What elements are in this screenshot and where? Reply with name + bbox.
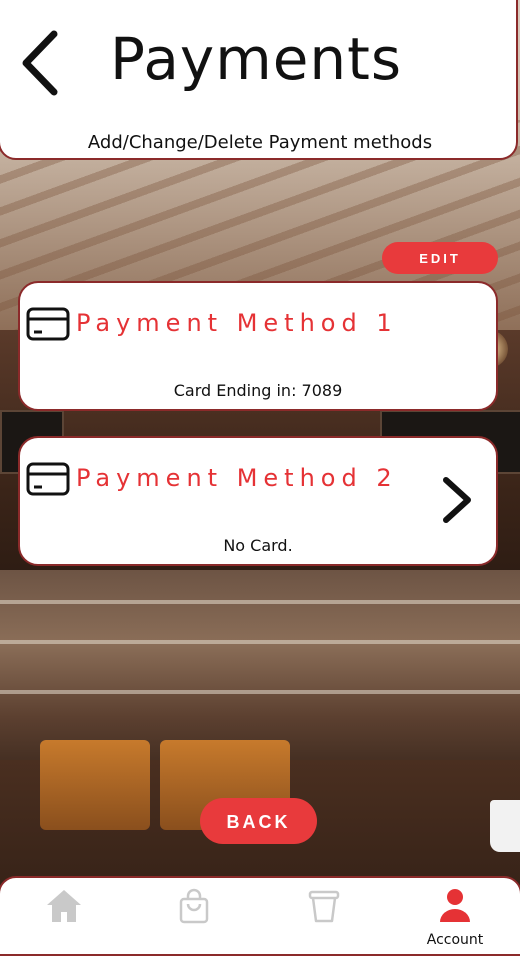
- payment-method-title: Payment Method 2: [76, 464, 398, 492]
- credit-card-icon: [26, 307, 70, 341]
- nav-item-account[interactable]: Account: [420, 888, 490, 948]
- nav-item-shop[interactable]: [159, 888, 229, 944]
- page-subtitle: Add/Change/Delete Payment methods: [87, 132, 433, 153]
- back-button[interactable]: BACK: [200, 798, 317, 844]
- payment-method-detail: No Card.: [223, 536, 293, 555]
- account-icon: [440, 889, 470, 922]
- bottom-navigation: Account: [0, 876, 520, 956]
- header: Payments Add/Change/Delete Payment metho…: [0, 0, 518, 160]
- coffee-cup-icon: [308, 890, 340, 923]
- payment-method-detail: Card Ending in: 7089: [173, 381, 343, 400]
- home-icon: [47, 890, 81, 922]
- credit-card-icon: [26, 462, 70, 496]
- nav-item-home[interactable]: [29, 888, 99, 944]
- payment-method-card-1[interactable]: Payment Method 1 Card Ending in: 7089: [18, 281, 498, 411]
- page-title: Payments: [110, 25, 403, 93]
- payment-method-title: Payment Method 1: [76, 309, 398, 337]
- chevron-right-icon[interactable]: [438, 476, 474, 524]
- nav-label-account: Account: [426, 932, 484, 948]
- shopping-bag-icon: [179, 888, 209, 924]
- nav-item-orders[interactable]: [289, 888, 359, 944]
- chevron-left-icon[interactable]: [18, 28, 66, 98]
- payment-method-card-2[interactable]: Payment Method 2 No Card.: [18, 436, 498, 566]
- edit-button[interactable]: EDIT: [382, 242, 498, 274]
